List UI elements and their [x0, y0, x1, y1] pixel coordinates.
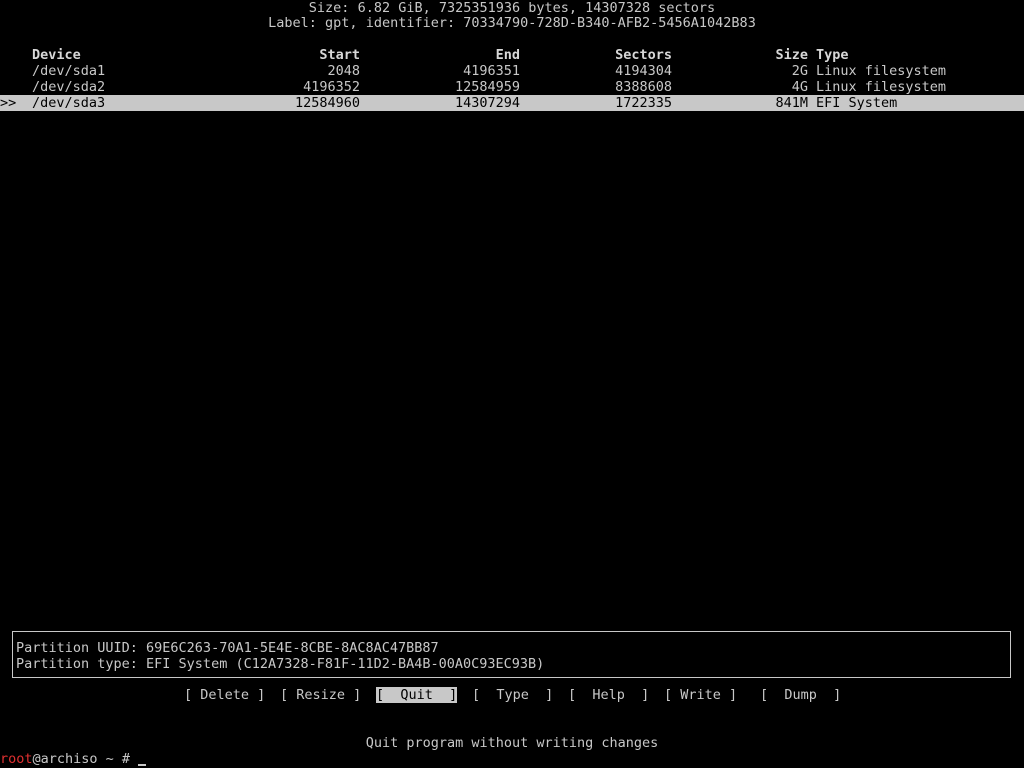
action-menu: [ Delete ] [ Resize ] [ Quit ] [ Type ] … [0, 687, 1024, 703]
row-type: Linux filesystem [816, 79, 947, 95]
row-device: /dev/sda3 [32, 95, 106, 111]
prompt-host-path: @archiso ~ # [32, 751, 139, 767]
table-header: Device Start End Sectors Size Type [0, 47, 1024, 63]
row-size: 4G [791, 79, 808, 95]
header-size: Size [775, 47, 808, 63]
table-row-selected[interactable]: >> /dev/sda3 12584960 14307294 1722335 8… [0, 95, 1024, 111]
partition-uuid: Partition UUID: 69E6C263-70A1-5E4E-8CBE-… [16, 640, 439, 656]
row-marker: >> [0, 95, 17, 111]
status-hint: Quit program without writing changes [365, 735, 659, 751]
cursor-icon [138, 764, 147, 766]
row-device: /dev/sda1 [32, 63, 106, 79]
row-end: 4196351 [463, 63, 520, 79]
help-button[interactable]: [ Help ] [568, 687, 649, 703]
row-end: 12584959 [454, 79, 520, 95]
delete-button[interactable]: [ Delete ] [184, 687, 265, 703]
row-sectors: 4194304 [615, 63, 672, 79]
row-start: 2048 [327, 63, 360, 79]
row-sectors: 8388608 [615, 79, 672, 95]
row-size: 841M [775, 95, 808, 111]
prompt-user: root [0, 751, 33, 767]
table-row[interactable]: /dev/sda2 4196352 12584959 8388608 4G Li… [0, 79, 1024, 95]
disk-label-line: Label: gpt, identifier: 70334790-728D-B3… [268, 15, 756, 31]
resize-button[interactable]: [ Resize ] [280, 687, 361, 703]
disk-size-line: Size: 6.82 GiB, 7325351936 bytes, 143073… [308, 0, 716, 16]
row-type: EFI System [816, 95, 898, 111]
row-sectors: 1722335 [615, 95, 672, 111]
table-row[interactable]: /dev/sda1 2048 4196351 4194304 2G Linux … [0, 63, 1024, 79]
row-start: 12584960 [294, 95, 360, 111]
header-end: End [495, 47, 520, 63]
header-type: Type [816, 47, 849, 63]
type-button[interactable]: [ Type ] [472, 687, 553, 703]
header-sectors: Sectors [615, 47, 672, 63]
row-size: 2G [791, 63, 808, 79]
row-marker [0, 79, 24, 95]
row-device: /dev/sda2 [32, 79, 106, 95]
quit-button[interactable]: [ Quit ] [376, 687, 458, 703]
shell-prompt[interactable]: root@archiso ~ # [0, 751, 147, 767]
header-start: Start [319, 47, 360, 63]
write-button[interactable]: [ Write ] [664, 687, 737, 703]
header-device: Device [32, 47, 81, 63]
row-marker [0, 63, 24, 79]
row-type: Linux filesystem [816, 63, 947, 79]
partition-type-info: Partition type: EFI System (C12A7328-F81… [16, 656, 545, 672]
dump-button[interactable]: [ Dump ] [760, 687, 841, 703]
partition-info-box: Partition UUID: 69E6C263-70A1-5E4E-8CBE-… [12, 631, 1011, 678]
row-end: 14307294 [454, 95, 520, 111]
row-start: 4196352 [303, 79, 360, 95]
